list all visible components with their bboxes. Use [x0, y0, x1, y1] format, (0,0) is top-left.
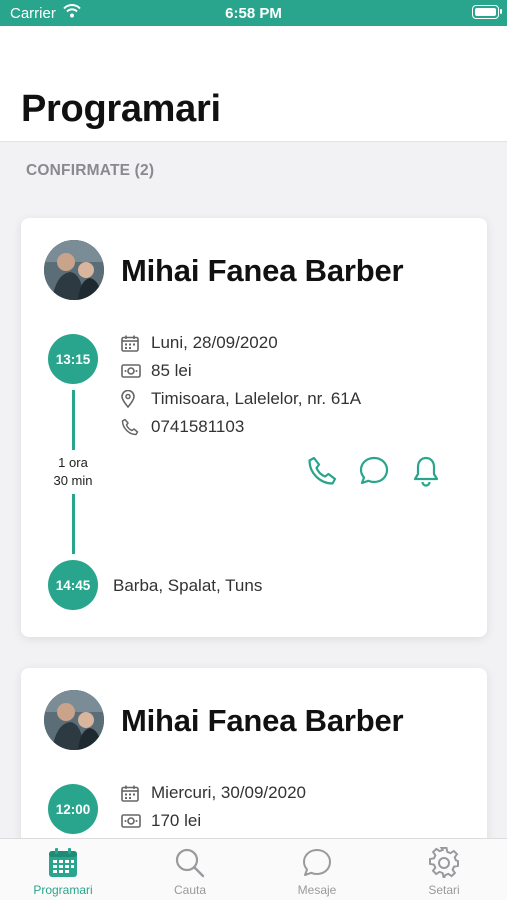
reminder-button[interactable]: [409, 454, 443, 488]
appointment-address: Timisoara, Lalelelor, nr. 61A: [151, 389, 362, 408]
appointment-date: Luni, 28/09/2020: [151, 333, 278, 352]
calendar-icon: [45, 845, 81, 881]
tab-cauta[interactable]: Cauta: [127, 839, 253, 900]
address-row: Timisoara, Lalelelor, nr. 61A: [121, 387, 361, 411]
price-row: 85 lei: [121, 359, 192, 383]
start-time-badge: 13:15: [48, 334, 98, 384]
status-bar: Carrier 6:58 PM: [0, 0, 507, 26]
tab-setari[interactable]: Setari: [381, 839, 507, 900]
appointment-services: Barba, Spalat, Tuns: [113, 576, 263, 595]
date-row: Miercuri, 30/09/2020: [121, 781, 306, 805]
tab-label: Setari: [428, 883, 460, 897]
barber-name: Mihai Fanea Barber: [121, 703, 404, 738]
appointment-phone: 0741581103: [151, 417, 245, 436]
message-button[interactable]: [357, 454, 391, 488]
money-icon: [121, 361, 143, 381]
call-button[interactable]: [305, 454, 339, 488]
calendar-icon: [121, 333, 143, 353]
timeline-line: [72, 390, 75, 450]
price-row: 170 lei: [121, 809, 201, 833]
tab-label: Cauta: [173, 883, 207, 897]
chat-icon: [359, 456, 389, 485]
tab-label: Mesaje: [297, 883, 337, 897]
chat-icon: [299, 845, 335, 881]
appointment-card[interactable]: Mihai Fanea Barber 13:15 1 ora 30 min 14…: [21, 218, 487, 637]
tab-mesaje[interactable]: Mesaje: [254, 839, 380, 900]
duration-minutes: 30 min: [53, 473, 93, 488]
avatar: [44, 690, 104, 750]
appointment-date: Miercuri, 30/09/2020: [151, 783, 306, 802]
location-pin-icon: [121, 389, 143, 409]
page-header: Programari: [0, 26, 507, 142]
page-title: Programari: [21, 88, 221, 130]
timeline-line: [72, 494, 75, 554]
duration-hours: 1 ora: [58, 455, 88, 470]
status-time: 6:58 PM: [225, 5, 282, 22]
tab-label: Programari: [33, 883, 93, 897]
phone-icon: [121, 417, 143, 437]
battery-icon: [472, 5, 502, 19]
gear-icon: [426, 845, 462, 881]
appointment-price: 85 lei: [151, 361, 192, 380]
tab-programari[interactable]: Programari: [0, 839, 126, 900]
duration: 1 ora 30 min: [41, 454, 105, 490]
tab-bar: Programari Cauta Mesaje Setari: [0, 838, 507, 900]
avatar: [44, 240, 104, 300]
end-time-badge: 14:45: [48, 560, 98, 610]
bell-icon: [413, 456, 439, 487]
section-title: CONFIRMATE (2): [26, 162, 155, 179]
search-icon: [172, 845, 208, 881]
start-time-badge: 12:00: [48, 784, 98, 834]
barber-name: Mihai Fanea Barber: [121, 253, 404, 288]
date-row: Luni, 28/09/2020: [121, 331, 278, 355]
appointment-price: 170 lei: [151, 811, 202, 830]
phone-row: 0741581103: [121, 415, 244, 439]
phone-icon: [308, 456, 337, 485]
calendar-icon: [121, 783, 143, 803]
money-icon: [121, 811, 143, 831]
